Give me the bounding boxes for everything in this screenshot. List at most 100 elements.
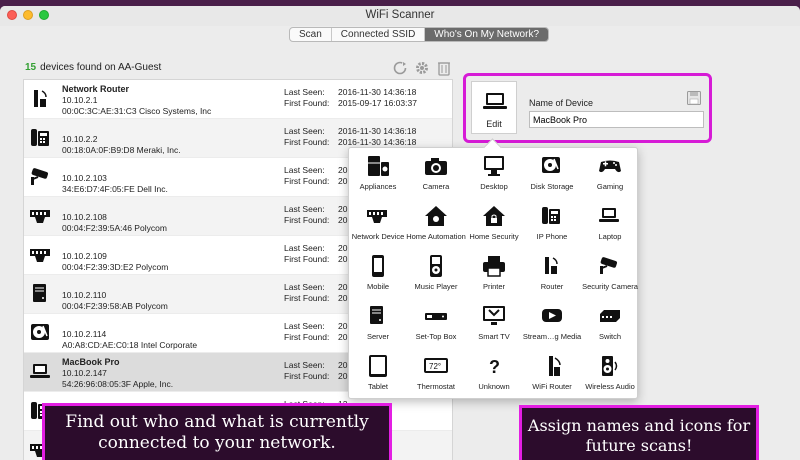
close-window-button[interactable] <box>7 10 17 20</box>
category-wireless-audio[interactable]: Wireless Audio <box>581 348 639 398</box>
device-mac-vendor: 00:04:F2:39:5A:46 Polycom <box>62 223 167 233</box>
category-smart-tv[interactable]: Smart TV <box>465 298 523 348</box>
category-label: Unknown <box>478 382 510 391</box>
gear-icon[interactable] <box>414 60 430 76</box>
category-set-top-box[interactable]: Set-Top Box <box>407 298 465 348</box>
last-seen-label: Last Seen: <box>284 165 325 175</box>
home-automation-icon <box>424 204 448 228</box>
device-name <box>62 123 181 134</box>
category-security-camera[interactable]: Security Camera <box>581 248 639 298</box>
device-info: 10.10.2.114 A0:A8:CD:AE:C0:18 Intel Corpo… <box>62 318 197 351</box>
unknown-icon: ? <box>482 354 506 378</box>
printer-icon <box>482 254 506 278</box>
category-unknown[interactable]: ? Unknown <box>465 348 523 398</box>
server-icon <box>29 282 51 304</box>
mobile-icon <box>366 254 390 278</box>
category-label: Router <box>540 282 564 291</box>
last-seen-label: Last Seen: <box>284 360 325 370</box>
home-security-icon <box>482 204 506 228</box>
category-home-security[interactable]: Home Security <box>465 198 523 248</box>
category-label: Appliances <box>359 182 397 191</box>
wifi-router-icon <box>540 354 564 378</box>
disk-storage-icon <box>540 154 564 178</box>
disk-storage-icon <box>29 321 51 343</box>
timestamp-labels: Last Seen:First Found: <box>284 243 329 265</box>
device-info: 10.10.2.108 00:04:F2:39:5A:46 Polycom <box>62 201 167 234</box>
device-row[interactable]: Network Router 10.10.2.1 00:0C:3C:AE:31:C3… <box>24 80 452 119</box>
tab-scan[interactable]: Scan <box>290 28 332 41</box>
device-mac-vendor: 00:04:F2:39:3D:E2 Polycom <box>62 262 169 272</box>
category-laptop[interactable]: Laptop <box>581 198 639 248</box>
router-icon <box>29 87 51 109</box>
category-label: Home Security <box>469 232 519 241</box>
title-bar: WiFi Scanner <box>0 6 800 26</box>
music-player-icon <box>424 254 448 278</box>
tab-whos-on-my-network[interactable]: Who's On My Network? <box>425 28 549 41</box>
category-disk-storage[interactable]: Disk Storage <box>523 148 581 198</box>
first-found-label: First Found: <box>284 371 330 381</box>
ip-phone-icon <box>540 204 564 228</box>
svg-text:?: ? <box>489 357 500 377</box>
timestamp-labels: Last Seen:First Found: <box>284 282 329 304</box>
category-ip-phone[interactable]: IP Phone <box>523 198 581 248</box>
laptop-icon <box>598 204 622 228</box>
device-info: 10.10.2.2 00:18:0A:0F:B9:D8 Meraki, Inc. <box>62 123 181 156</box>
timestamp-labels: Last Seen:First Found: <box>284 87 329 109</box>
zoom-window-button[interactable] <box>39 10 49 20</box>
set-top-box-icon <box>424 304 448 328</box>
category-tablet[interactable]: Tablet <box>349 348 407 398</box>
first-found-label: First Found: <box>284 98 330 108</box>
device-ip: 10.10.2.103 <box>62 173 107 183</box>
category-camera[interactable]: Camera <box>407 148 465 198</box>
category-label: Desktop <box>480 182 508 191</box>
timestamp-labels: Last Seen:First Found: <box>284 321 329 343</box>
device-name-input[interactable] <box>529 111 704 128</box>
window-controls <box>7 10 49 20</box>
device-ip: 10.10.2.108 <box>62 212 107 222</box>
last-seen-label: Last Seen: <box>284 126 325 136</box>
category-network-device[interactable]: Network Device <box>349 198 407 248</box>
category-appliances[interactable]: Appliances <box>349 148 407 198</box>
device-mac-vendor: 54:26:96:08:05:3F Apple, Inc. <box>62 379 174 389</box>
category-server[interactable]: Server <box>349 298 407 348</box>
category-label: Set-Top Box <box>415 332 457 341</box>
first-found-label: First Found: <box>284 332 330 342</box>
refresh-icon[interactable] <box>392 60 408 76</box>
trash-icon[interactable] <box>437 60 451 76</box>
category-music-player[interactable]: Music Player <box>407 248 465 298</box>
category-streaming-media[interactable]: Stream…g Media <box>523 298 581 348</box>
edit-icon-button[interactable]: Edit <box>471 81 517 134</box>
first-found-value: 20 <box>338 371 348 381</box>
category-printer[interactable]: Printer <box>465 248 523 298</box>
last-seen-value: 20 <box>338 360 348 370</box>
category-gamepad[interactable]: Gaming <box>581 148 639 198</box>
wireless-audio-icon <box>598 354 622 378</box>
timestamp-labels: Last Seen:First Found: <box>284 126 329 148</box>
category-router[interactable]: Router <box>523 248 581 298</box>
device-count: 15 <box>25 62 37 73</box>
view-tabs: Scan Connected SSID Who's On My Network? <box>289 27 550 42</box>
tab-connected-ssid[interactable]: Connected SSID <box>332 28 426 41</box>
device-info: Network Router 10.10.2.1 00:0C:3C:AE:31:C3… <box>62 84 211 117</box>
save-icon[interactable] <box>687 91 701 105</box>
first-found-value: 20 <box>338 215 348 225</box>
category-mobile[interactable]: Mobile <box>349 248 407 298</box>
timestamp-labels: Last Seen:First Found: <box>284 204 329 226</box>
device-info: MacBook Pro 10.10.2.147 54:26:96:08:05:3F … <box>62 357 173 390</box>
category-thermostat[interactable]: 72° Thermostat <box>407 348 465 398</box>
category-label: WiFi Router <box>532 382 572 391</box>
security-camera-icon <box>598 254 622 278</box>
minimize-window-button[interactable] <box>23 10 33 20</box>
category-switch[interactable]: Switch <box>581 298 639 348</box>
category-desktop[interactable]: Desktop <box>465 148 523 198</box>
category-home-automation[interactable]: Home Automation <box>406 198 466 248</box>
device-edit-panel: Edit Name of Device <box>463 73 712 143</box>
category-label: Security Camera <box>582 282 638 291</box>
category-wifi-router[interactable]: WiFi Router <box>523 348 581 398</box>
device-info: 10.10.2.109 00:04:F2:39:3D:E2 Polycom <box>62 240 168 273</box>
category-label: Tablet <box>367 382 388 391</box>
timestamp-values: 20 20 <box>338 243 347 265</box>
device-name <box>62 279 168 290</box>
category-label: Gaming <box>596 182 624 191</box>
streaming-media-icon <box>540 304 564 328</box>
